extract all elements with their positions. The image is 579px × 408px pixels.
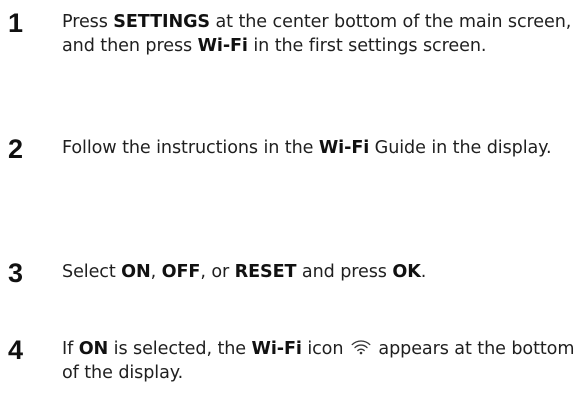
step-text-part: Follow the instructions in the: [62, 138, 319, 158]
step-text-part: icon: [301, 339, 349, 359]
wifi-keyword: Wi-Fi: [197, 36, 248, 56]
step-text-part: Press: [62, 12, 114, 32]
step-text-part: If: [62, 339, 79, 359]
on-keyword: ON: [121, 262, 151, 282]
instruction-steps: 1 Press SETTINGS at the center bottom of…: [0, 0, 579, 408]
on-keyword: ON: [78, 339, 109, 359]
ok-keyword: OK: [392, 262, 421, 282]
step-text: Press SETTINGS at the center bottom of t…: [62, 10, 577, 58]
step-number: 2: [8, 134, 24, 164]
step-number: 3: [8, 258, 24, 288]
step-text-part: , or: [200, 262, 235, 282]
step-text-part: ,: [150, 262, 162, 282]
wifi-keyword: Wi-Fi: [318, 138, 370, 158]
step-text-part: and press: [296, 262, 393, 282]
step-text: If ON is selected, the Wi-Fi icon appear…: [62, 337, 577, 385]
step-number: 1: [8, 8, 24, 38]
wifi-keyword: Wi-Fi: [251, 339, 302, 359]
settings-keyword: SETTINGS: [113, 12, 210, 32]
step-text-part: Select: [62, 262, 122, 282]
step-number: 4: [8, 335, 24, 365]
off-keyword: OFF: [161, 262, 201, 282]
step-text-part: in the first settings screen.: [247, 36, 487, 56]
step-text-part: is selected, the: [108, 339, 252, 359]
step-text: Select ON, OFF, or RESET and press OK.: [62, 260, 577, 284]
wifi-icon: [351, 339, 371, 355]
step-text-part: Guide in the display.: [369, 138, 552, 158]
step-text-part: .: [420, 262, 427, 282]
reset-keyword: RESET: [234, 262, 297, 282]
step-text: Follow the instructions in the Wi-Fi Gui…: [62, 136, 577, 160]
